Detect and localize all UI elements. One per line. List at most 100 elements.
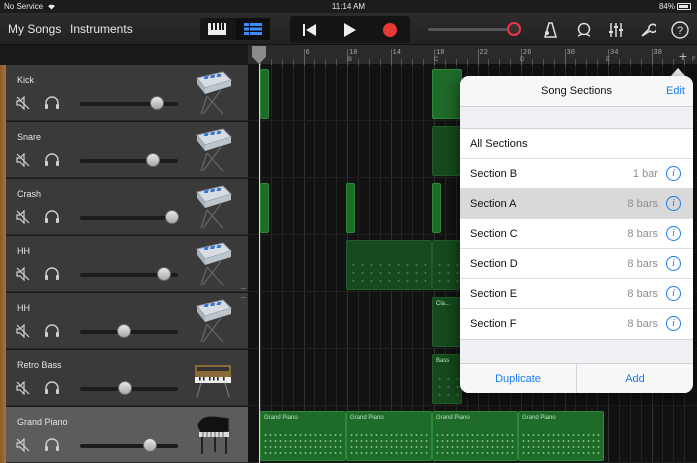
- region[interactable]: Cla...: [432, 297, 462, 347]
- loop-icon[interactable]: [574, 20, 594, 40]
- mute-icon[interactable]: [16, 380, 30, 396]
- track-header[interactable]: Snare: [6, 122, 248, 178]
- region-label: Grand Piano: [350, 415, 384, 421]
- region[interactable]: [346, 183, 355, 233]
- ruler-bar-number: 22: [479, 49, 488, 57]
- edit-button[interactable]: Edit: [666, 85, 685, 97]
- region[interactable]: [260, 69, 269, 119]
- help-icon[interactable]: ?: [670, 20, 690, 40]
- section-row[interactable]: Section A 8 bars i: [460, 189, 693, 219]
- headphones-icon[interactable]: [44, 152, 60, 167]
- drum-machine-icon[interactable]: [193, 184, 233, 230]
- track-volume-slider[interactable]: [80, 159, 178, 163]
- track-volume-knob[interactable]: [150, 96, 164, 110]
- ruler-tick: [477, 49, 479, 65]
- section-row[interactable]: Section E 8 bars i: [460, 279, 693, 309]
- track-volume-knob[interactable]: [117, 324, 131, 338]
- mute-icon[interactable]: [16, 266, 30, 282]
- mute-icon[interactable]: [16, 209, 30, 225]
- track-header[interactable]: Kick: [6, 65, 248, 121]
- region[interactable]: [432, 126, 462, 176]
- play-icon[interactable]: [330, 16, 370, 43]
- region[interactable]: Bass: [432, 354, 462, 404]
- region[interactable]: [346, 240, 432, 290]
- headphones-icon[interactable]: [44, 437, 60, 452]
- info-icon[interactable]: i: [666, 196, 681, 211]
- region[interactable]: [432, 240, 462, 290]
- track-volume-knob[interactable]: [157, 267, 171, 281]
- region[interactable]: Grand Piano: [518, 411, 604, 461]
- track-name: Snare: [17, 132, 42, 142]
- region[interactable]: [432, 183, 441, 233]
- headphones-icon[interactable]: [44, 95, 60, 110]
- mute-icon[interactable]: [16, 95, 30, 111]
- drum-machine-icon[interactable]: [193, 241, 233, 287]
- region[interactable]: Grand Piano: [432, 411, 518, 461]
- grand-piano-icon[interactable]: [193, 412, 233, 458]
- region[interactable]: [432, 69, 462, 119]
- record-icon[interactable]: [370, 16, 410, 43]
- tracks-view-icon[interactable]: [236, 18, 270, 40]
- mute-icon[interactable]: [16, 323, 30, 339]
- track-header[interactable]: Grand Piano: [6, 407, 248, 463]
- settings-wrench-icon[interactable]: [638, 20, 658, 40]
- synth-keyboard-icon[interactable]: [193, 355, 233, 401]
- toolbar: My Songs Instruments ?: [0, 13, 697, 45]
- section-row[interactable]: Section D 8 bars i: [460, 249, 693, 279]
- drum-machine-icon[interactable]: [193, 127, 233, 173]
- track-volume-slider[interactable]: [80, 216, 178, 220]
- region[interactable]: [260, 183, 269, 233]
- rewind-icon[interactable]: [290, 16, 330, 43]
- region[interactable]: Grand Piano: [260, 411, 346, 461]
- track-header[interactable]: Retro Bass: [6, 350, 248, 406]
- track-header[interactable]: Crash: [6, 179, 248, 235]
- headphones-icon[interactable]: [44, 380, 60, 395]
- section-row[interactable]: Section C 8 bars i: [460, 219, 693, 249]
- info-icon[interactable]: i: [666, 256, 681, 271]
- ruler-section-letter: F: [692, 57, 696, 63]
- track-volume-knob[interactable]: [165, 210, 179, 224]
- ruler-bar-number: 10: [349, 49, 358, 57]
- ruler-bar-number: 18: [436, 49, 445, 57]
- headphones-icon[interactable]: [44, 323, 60, 338]
- section-row[interactable]: Section F 8 bars i: [460, 309, 693, 339]
- drum-machine-icon[interactable]: [193, 70, 233, 116]
- track-volume-slider[interactable]: [80, 444, 178, 448]
- duplicate-button[interactable]: Duplicate: [460, 364, 576, 393]
- headphones-icon[interactable]: [44, 266, 60, 281]
- keyboard-icon[interactable]: [200, 18, 234, 40]
- section-length: 8 bars: [627, 258, 658, 270]
- section-row[interactable]: Section B 1 bar i: [460, 159, 693, 189]
- add-section-button[interactable]: +: [676, 49, 690, 63]
- mixer-icon[interactable]: [606, 20, 626, 40]
- track-header[interactable]: HH: [6, 293, 248, 349]
- section-length: 8 bars: [627, 318, 658, 330]
- all-sections-row[interactable]: All Sections: [460, 129, 693, 159]
- add-button[interactable]: Add: [577, 364, 693, 393]
- mute-icon[interactable]: [16, 437, 30, 453]
- master-volume-slider[interactable]: [428, 28, 514, 31]
- track-name: HH: [17, 303, 30, 313]
- info-icon[interactable]: i: [666, 286, 681, 301]
- popover-title: Song Sections: [541, 85, 612, 97]
- metronome-icon[interactable]: [540, 20, 560, 40]
- info-icon[interactable]: i: [666, 226, 681, 241]
- master-volume-knob[interactable]: [507, 22, 521, 36]
- region-notes: [521, 432, 601, 454]
- track-volume-knob[interactable]: [143, 438, 157, 452]
- region[interactable]: Grand Piano: [346, 411, 432, 461]
- my-songs-button[interactable]: My Songs: [8, 22, 61, 36]
- instruments-button[interactable]: Instruments: [70, 22, 133, 36]
- drum-machine-icon[interactable]: [193, 298, 233, 344]
- track-volume-knob[interactable]: [118, 381, 132, 395]
- ruler-bar-number: 38: [653, 49, 662, 57]
- info-icon[interactable]: i: [666, 316, 681, 331]
- bar-ruler[interactable]: 261014182226303438BCDEF: [248, 45, 697, 65]
- mute-icon[interactable]: [16, 152, 30, 168]
- headphones-icon[interactable]: [44, 209, 60, 224]
- resize-grip[interactable]: [241, 288, 246, 298]
- ruler-tick: [564, 49, 566, 65]
- track-volume-knob[interactable]: [146, 153, 160, 167]
- info-icon[interactable]: i: [666, 166, 681, 181]
- track-header[interactable]: HH: [6, 236, 248, 292]
